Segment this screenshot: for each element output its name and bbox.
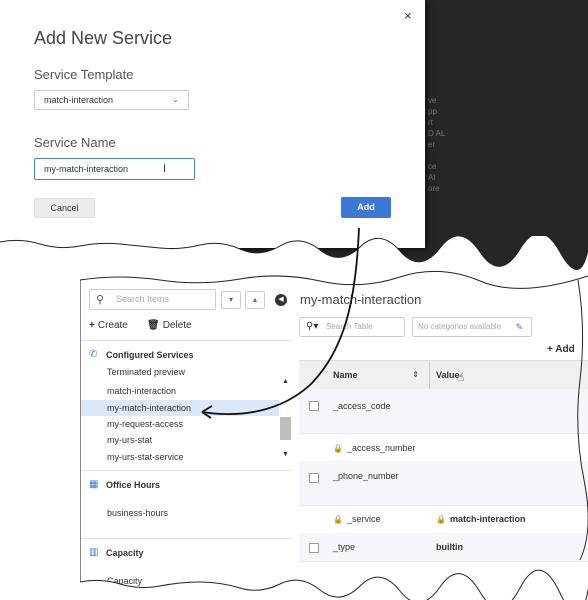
service-template-label: Service Template [34,67,134,82]
row-checkbox[interactable] [309,543,319,553]
configured-services-header[interactable]: ✆ Configured Services [80,340,292,368]
add-button[interactable]: Add [341,197,391,218]
list-item-label: Terminated preview [107,367,186,377]
service-template-value: match-interaction [44,95,114,105]
background-text-fragment: ve pp rt D AL er ce At ore [428,96,446,193]
row-checkbox[interactable] [309,473,319,483]
row-value: builtin [436,542,463,552]
torn-edge-top [0,236,588,276]
search-icon: ⚲ [96,294,105,306]
list-item[interactable]: my-request-access [80,416,279,432]
list-item[interactable]: business-hours [80,505,279,521]
service-name-label: Service Name [34,135,116,150]
lock-icon: 🔒 [436,515,446,524]
office-hours-label: Office Hours [106,480,161,490]
list-item[interactable]: my-urs-stat-service [80,449,279,465]
configured-services-label: Configured Services [106,350,194,360]
dialog-title: Add New Service [34,28,173,48]
text-cursor-icon: I [163,163,167,175]
column-header-label: Value [436,370,460,380]
sidebar-search-placeholder: Search Items [116,294,170,304]
list-item-label: my-urs-stat-service [107,452,184,462]
pencil-icon[interactable]: ✎ [515,318,523,336]
list-item[interactable]: Terminated preview [80,367,279,377]
delete-label: Delete [162,320,192,331]
row-value: match-interaction [449,514,526,524]
create-label: Create [97,320,128,331]
column-header-name[interactable]: Name ⇕ [333,361,430,389]
designer-app-panel: ⚲ Search Items ▾ ▴ ◀ + Create 🗑 Delete ✆ C… [80,280,588,600]
table-row[interactable]: 🔒 _service 🔒 match-interaction [299,505,588,534]
scroll-up-icon[interactable]: ▲ [282,378,289,385]
service-name-input[interactable]: my-match-interaction I [34,158,195,180]
column-header-label: Name [333,370,358,380]
table-row[interactable]: 🔒 _access_number [299,433,588,462]
lock-icon: 🔒 [333,515,343,524]
list-item-label: match-interaction [107,386,177,396]
cancel-button[interactable]: Cancel [34,198,95,218]
table-header: Name ⇕ Value ☝ [299,360,588,390]
row-name: _access_code [333,401,391,411]
search-icon: ⚲▾ [306,321,319,332]
categories-placeholder: No categories available [418,322,502,331]
torn-edge-bottom [79,569,588,600]
create-button[interactable]: + Create [89,320,128,331]
list-item-label: business-hours [107,508,169,518]
list-item-label: my-urs-stat [107,435,152,445]
scrollbar-thumb[interactable] [280,417,291,440]
plus-icon: + [89,320,95,331]
table-row[interactable]: _access_code [299,389,588,434]
page-title: my-match-interaction [300,292,422,307]
row-name-cell: 🔒 _access_number [333,443,416,453]
office-hours-header[interactable]: ▦ Office Hours [80,470,292,498]
list-item[interactable]: match-interaction [80,383,279,399]
row-name: _phone_number [333,471,399,481]
main-content: my-match-interaction ⚲▾ Search Table No … [292,280,588,600]
hand-cursor-icon: ☝ [457,370,465,384]
chevron-down-icon[interactable]: ▾ [221,291,241,309]
sidebar: ⚲ Search Items ▾ ▴ ◀ + Create 🗑 Delete ✆ C… [80,280,292,600]
table-search-placeholder: Search Table [326,322,373,331]
column-header-value[interactable]: Value [436,361,460,389]
service-template-select[interactable]: match-interaction ⌄ [34,90,189,110]
list-item-label: my-request-access [107,419,184,429]
table-search-input[interactable]: ⚲▾ Search Table [299,317,405,337]
categories-field[interactable]: No categories available ✎ [412,317,532,337]
add-service-dialog: Add New Service × Service Template match… [0,0,425,248]
list-item[interactable]: my-urs-stat [80,432,279,448]
trash-icon: 🗑 [147,320,160,331]
service-name-value: my-match-interaction [44,164,129,174]
add-row-label: Add [555,344,575,355]
row-name-cell: 🔒 _service [333,514,380,524]
panel-border [80,280,81,590]
table-row[interactable]: _phone_number [299,461,588,506]
table-row[interactable]: _type builtin [299,533,588,562]
sidebar-search[interactable]: ⚲ Search Items [89,289,216,310]
lock-icon: 🔒 [333,444,343,453]
plus-icon: + [547,344,556,355]
row-name: _service [346,514,381,524]
sort-icon[interactable]: ⇕ [412,361,419,389]
list-item-selected[interactable]: my-match-interaction [80,400,279,416]
row-checkbox[interactable] [309,401,319,411]
capacity-label: Capacity [106,548,144,558]
chevron-down-icon: ⌄ [172,95,179,104]
row-name: _access_number [346,443,416,453]
row-name: _type [333,542,356,552]
calendar-icon: ▦ [89,479,99,490]
row-value-cell: 🔒 match-interaction [436,514,525,524]
scroll-down-icon[interactable]: ▼ [282,451,289,458]
collapse-sidebar-icon[interactable]: ◀ [275,294,287,306]
add-row-button[interactable]: + Add [547,344,575,355]
list-item-label: my-match-interaction [107,403,192,413]
phone-icon: ✆ [89,349,98,360]
chevron-up-icon[interactable]: ▴ [245,291,265,309]
close-icon[interactable]: × [404,8,412,23]
delete-button[interactable]: 🗑 Delete [147,320,192,331]
